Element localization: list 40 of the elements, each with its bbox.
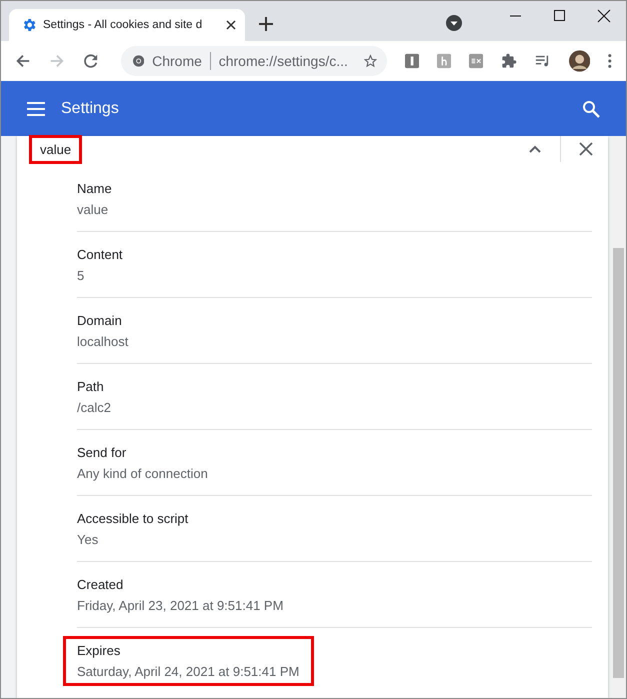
field-label: Domain — [77, 312, 123, 328]
field-label: Send for — [77, 444, 128, 460]
menu-icon[interactable] — [608, 53, 612, 69]
field-value: /calc2 — [77, 400, 111, 414]
close-icon[interactable] — [597, 9, 611, 23]
field-label: Created — [77, 576, 124, 592]
field-value: value — [77, 202, 110, 216]
close-icon[interactable] — [225, 19, 237, 31]
field-label: Name — [77, 180, 112, 196]
address-bar[interactable]: Chrome chrome://settings/c... — [120, 46, 387, 76]
cookie-name: value — [29, 134, 82, 164]
close-icon[interactable] — [579, 142, 593, 156]
field-label: Accessible to script — [77, 510, 188, 526]
page-title: Settings — [61, 100, 119, 118]
settings-icon — [21, 17, 37, 33]
new-tab-icon[interactable] — [259, 17, 273, 31]
field-value: 5 — [77, 268, 86, 282]
field-value: Any kind of connection — [77, 466, 208, 480]
field-value: Saturday, April 24, 2021 at 9:51:41 PM — [77, 664, 300, 678]
site-label: Chrome — [152, 53, 202, 69]
browser-tab[interactable]: Settings - All cookies and site d — [9, 9, 245, 41]
search-icon[interactable] — [582, 100, 600, 118]
back-icon[interactable] — [15, 52, 31, 70]
url-text: chrome://settings/c... — [218, 53, 348, 69]
field-value: localhost — [77, 334, 128, 348]
puzzle-icon[interactable] — [501, 52, 518, 70]
field-label: Path — [77, 378, 105, 394]
maximize-icon[interactable] — [553, 9, 567, 23]
field-label: Content — [77, 246, 123, 262]
extension-icon[interactable] — [469, 53, 484, 69]
caret-icon[interactable] — [528, 144, 542, 154]
avatar-icon[interactable] — [569, 49, 590, 73]
field-value: Yes — [77, 532, 100, 546]
reload-icon[interactable] — [82, 52, 99, 70]
field-label: Expires — [77, 642, 122, 658]
tab-search-icon[interactable] — [446, 15, 462, 31]
menu-icon[interactable] — [27, 102, 45, 116]
star-icon[interactable] — [364, 53, 377, 69]
extension-icon[interactable] — [404, 53, 419, 69]
field-value: Friday, April 23, 2021 at 9:51:41 PM — [77, 598, 284, 612]
